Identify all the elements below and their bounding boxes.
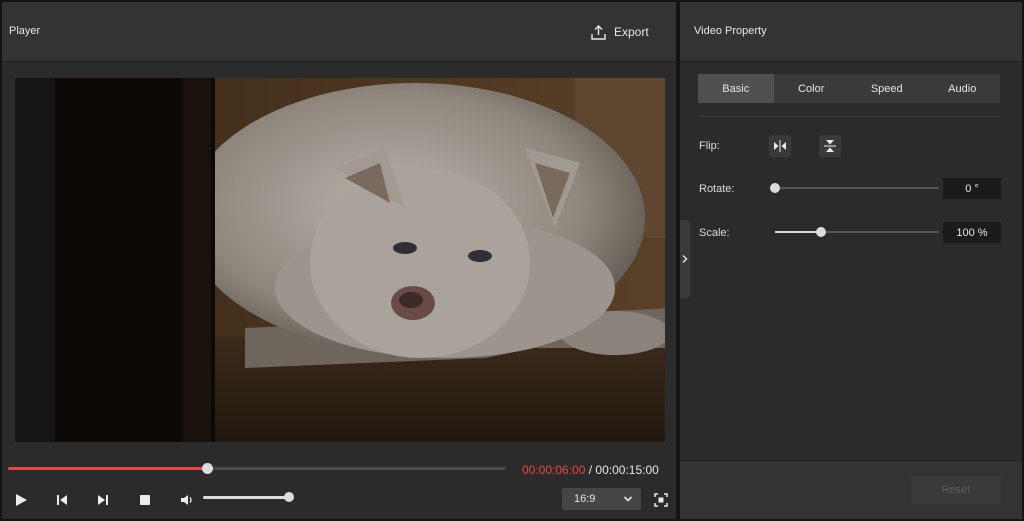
export-label: Export — [614, 25, 649, 39]
flip-horizontal-button[interactable] — [769, 135, 791, 157]
scale-fill — [775, 231, 821, 233]
property-header: Video Property — [680, 2, 1022, 62]
fullscreen-icon — [654, 493, 668, 507]
flip-vertical-button[interactable] — [819, 135, 841, 157]
video-frame-image — [15, 78, 665, 442]
fullscreen-button[interactable] — [651, 490, 671, 510]
stop-icon — [140, 495, 150, 505]
tab-audio[interactable]: Audio — [925, 74, 1001, 103]
chevron-down-icon — [623, 496, 633, 502]
flip-vertical-icon — [824, 140, 836, 152]
tab-basic[interactable]: Basic — [698, 74, 774, 103]
time-readout: 00:00:06:00 / 00:00:15:00 — [522, 463, 659, 477]
scale-label: Scale: — [699, 227, 730, 239]
tab-speed[interactable]: Speed — [849, 74, 925, 103]
player-header: Player Export — [2, 2, 676, 62]
time-separator: / — [585, 463, 596, 477]
volume-button[interactable] — [177, 490, 197, 510]
time-total: 00:00:15:00 — [595, 463, 659, 477]
skip-back-icon — [57, 495, 67, 505]
property-footer: Reset — [680, 460, 1022, 519]
play-icon — [16, 494, 27, 506]
tab-color[interactable]: Color — [774, 74, 850, 103]
aspect-ratio-value: 16:9 — [574, 493, 596, 505]
play-button[interactable] — [11, 490, 31, 510]
flip-horizontal-icon — [774, 140, 786, 152]
video-property-panel: Video Property Basic Color Speed Audio F… — [680, 2, 1022, 519]
stop-button[interactable] — [135, 490, 155, 510]
rotate-handle[interactable] — [770, 183, 780, 193]
volume-handle[interactable] — [284, 492, 294, 502]
progress-handle[interactable] — [202, 463, 214, 474]
rotate-label: Rotate: — [699, 183, 735, 195]
video-preview[interactable] — [15, 78, 665, 442]
flip-label: Flip: — [699, 140, 720, 152]
skip-back-button[interactable] — [52, 490, 72, 510]
collapse-panel-button[interactable] — [680, 220, 690, 298]
scale-value-field[interactable]: 100 % — [943, 222, 1001, 243]
player-title: Player — [9, 25, 41, 37]
skip-forward-icon — [98, 495, 108, 505]
chevron-right-icon — [682, 254, 688, 264]
progress-fill — [8, 467, 208, 470]
aspect-ratio-select[interactable]: 16:9 — [562, 488, 641, 510]
progress-bar[interactable] — [8, 463, 506, 474]
volume-icon — [181, 495, 192, 505]
property-tabs: Basic Color Speed Audio — [698, 74, 1000, 103]
rotate-value-field[interactable]: 0 ° — [943, 178, 1001, 199]
rotate-slider[interactable] — [770, 183, 939, 193]
time-current: 00:00:06:00 — [522, 463, 586, 477]
skip-forward-button[interactable] — [93, 490, 113, 510]
export-button[interactable]: Export — [590, 21, 649, 43]
export-icon — [591, 24, 606, 40]
player-panel: Player Export 00:00:06:00 / 00:00:15:00 … — [2, 2, 676, 519]
volume-slider[interactable] — [203, 492, 294, 502]
property-title: Video Property — [694, 25, 767, 37]
scale-slider[interactable] — [775, 227, 939, 237]
reset-button[interactable]: Reset — [911, 476, 1001, 504]
divider — [698, 116, 1000, 117]
scale-handle[interactable] — [815, 227, 826, 237]
